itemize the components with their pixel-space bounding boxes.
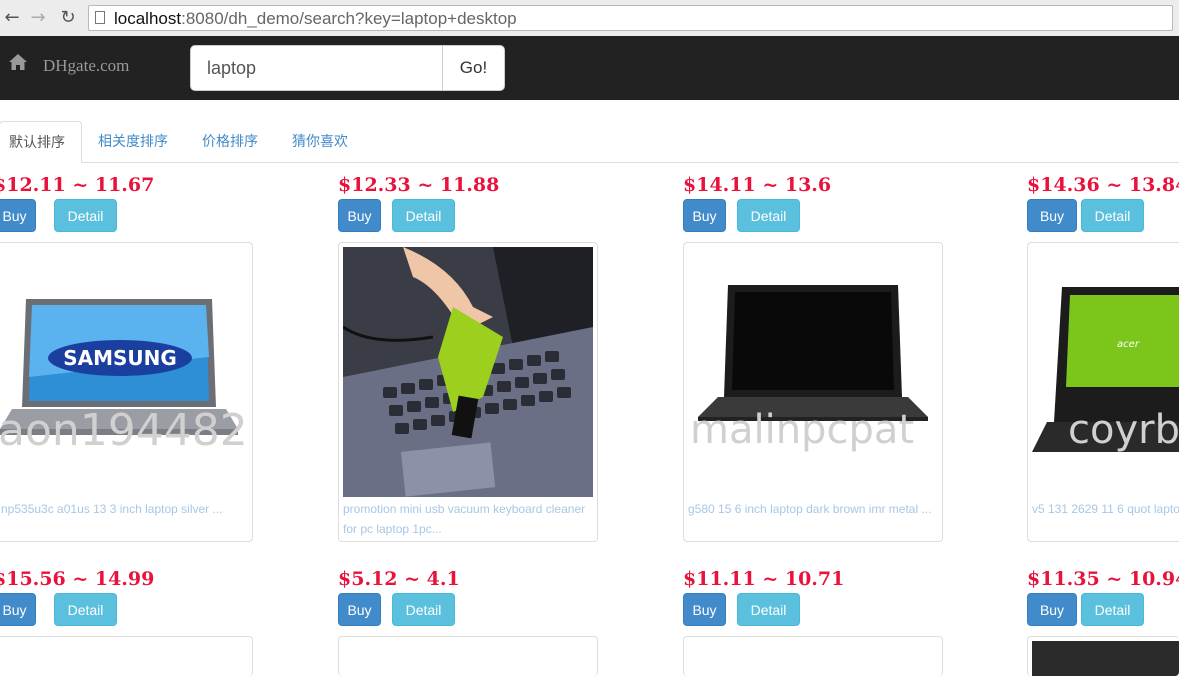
product-thumbnail[interactable] <box>338 636 598 676</box>
buy-button[interactable]: Buy <box>338 593 381 626</box>
back-arrow-icon[interactable]: ← <box>2 8 22 28</box>
product-title[interactable]: g580 15 6 inch laptop dark brown imr met… <box>688 499 940 519</box>
buy-button[interactable]: Buy <box>0 199 36 232</box>
detail-button[interactable]: Detail <box>1081 593 1144 626</box>
top-navbar: DHgate.com Go! <box>0 36 1179 100</box>
product-price: $12.33 ~ 11.88 <box>338 174 500 196</box>
samsung-laptop-image: SAMSUNG aon194482 <box>0 247 248 497</box>
buy-button[interactable]: Buy <box>0 593 36 626</box>
address-bar[interactable]: localhost:8080/dh_demo/search?key=laptop… <box>88 5 1173 31</box>
buy-button[interactable]: Buy <box>683 199 726 232</box>
product-thumbnail[interactable]: SAMSUNG aon194482 np535u3c a01us 13 3 in… <box>0 242 253 542</box>
search-input[interactable] <box>190 45 444 91</box>
product-title[interactable]: promotion mini usb vacuum keyboard clean… <box>343 499 595 539</box>
detail-button[interactable]: Detail <box>737 199 800 232</box>
address-url[interactable]: localhost:8080/dh_demo/search?key=laptop… <box>114 9 517 29</box>
tab-recommend[interactable]: 猜你喜欢 <box>292 121 348 162</box>
product-price: $14.36 ~ 13.84 <box>1027 174 1179 196</box>
detail-button[interactable]: Detail <box>54 199 117 232</box>
svg-text:SAMSUNG: SAMSUNG <box>63 346 177 370</box>
product-price: $12.11 ~ 11.67 <box>0 174 155 196</box>
search-group: Go! <box>190 45 505 91</box>
watermark-text: coyrb <box>1068 407 1179 453</box>
buy-button[interactable]: Buy <box>1027 593 1077 626</box>
url-path: :8080/dh_demo/search?key=laptop+desktop <box>181 9 517 28</box>
product-title[interactable]: v5 131 2629 11 6 quot lapto <box>1032 499 1179 519</box>
product-thumbnail[interactable] <box>0 636 253 676</box>
page-icon <box>95 11 105 24</box>
product-thumbnail[interactable] <box>1027 636 1179 676</box>
tab-default-sort[interactable]: 默认排序 <box>0 121 82 163</box>
watermark-text: malinpcpat <box>690 407 915 453</box>
tab-relevance-sort[interactable]: 相关度排序 <box>98 121 168 162</box>
product-price: $11.35 ~ 10.94 <box>1027 568 1179 590</box>
reload-icon[interactable]: ↻ <box>58 8 78 28</box>
detail-button[interactable]: Detail <box>1081 199 1144 232</box>
go-button[interactable]: Go! <box>442 45 505 91</box>
url-host: localhost <box>114 9 182 28</box>
svg-text:acer: acer <box>1117 339 1140 350</box>
buy-button[interactable]: Buy <box>338 199 381 232</box>
home-icon[interactable] <box>8 52 28 72</box>
detail-button[interactable]: Detail <box>737 593 800 626</box>
sort-tabs: 默认排序 相关度排序 价格排序 猜你喜欢 <box>0 100 1179 163</box>
product-image <box>1032 641 1179 676</box>
detail-button[interactable]: Detail <box>392 199 455 232</box>
forward-arrow-icon[interactable]: → <box>28 8 48 28</box>
watermark-text: aon194482 <box>0 405 248 456</box>
detail-button[interactable]: Detail <box>392 593 455 626</box>
buy-button[interactable]: Buy <box>1027 199 1077 232</box>
product-price: $11.11 ~ 10.71 <box>683 568 845 590</box>
product-thumbnail[interactable] <box>683 636 943 676</box>
product-price: $5.12 ~ 4.1 <box>338 568 460 590</box>
product-title[interactable]: np535u3c a01us 13 3 inch laptop silver .… <box>1 499 252 519</box>
product-thumbnail[interactable]: acer coyrb v5 131 2629 11 6 quot lapto <box>1027 242 1179 542</box>
brand-logo-text[interactable]: DHgate.com <box>43 56 129 76</box>
buy-button[interactable]: Buy <box>683 593 726 626</box>
product-price: $14.11 ~ 13.6 <box>683 174 832 196</box>
tab-price-sort[interactable]: 价格排序 <box>202 121 258 162</box>
acer-laptop-image: acer coyrb <box>1032 247 1179 497</box>
detail-button[interactable]: Detail <box>54 593 117 626</box>
product-price: $15.56 ~ 14.99 <box>0 568 155 590</box>
usb-vacuum-image <box>343 247 593 497</box>
product-thumbnail[interactable]: malinpcpat g580 15 6 inch laptop dark br… <box>683 242 943 542</box>
browser-toolbar: ← → ↻ localhost:8080/dh_demo/search?key=… <box>0 0 1179 37</box>
black-laptop-image: malinpcpat <box>688 247 938 497</box>
product-thumbnail[interactable]: promotion mini usb vacuum keyboard clean… <box>338 242 598 542</box>
